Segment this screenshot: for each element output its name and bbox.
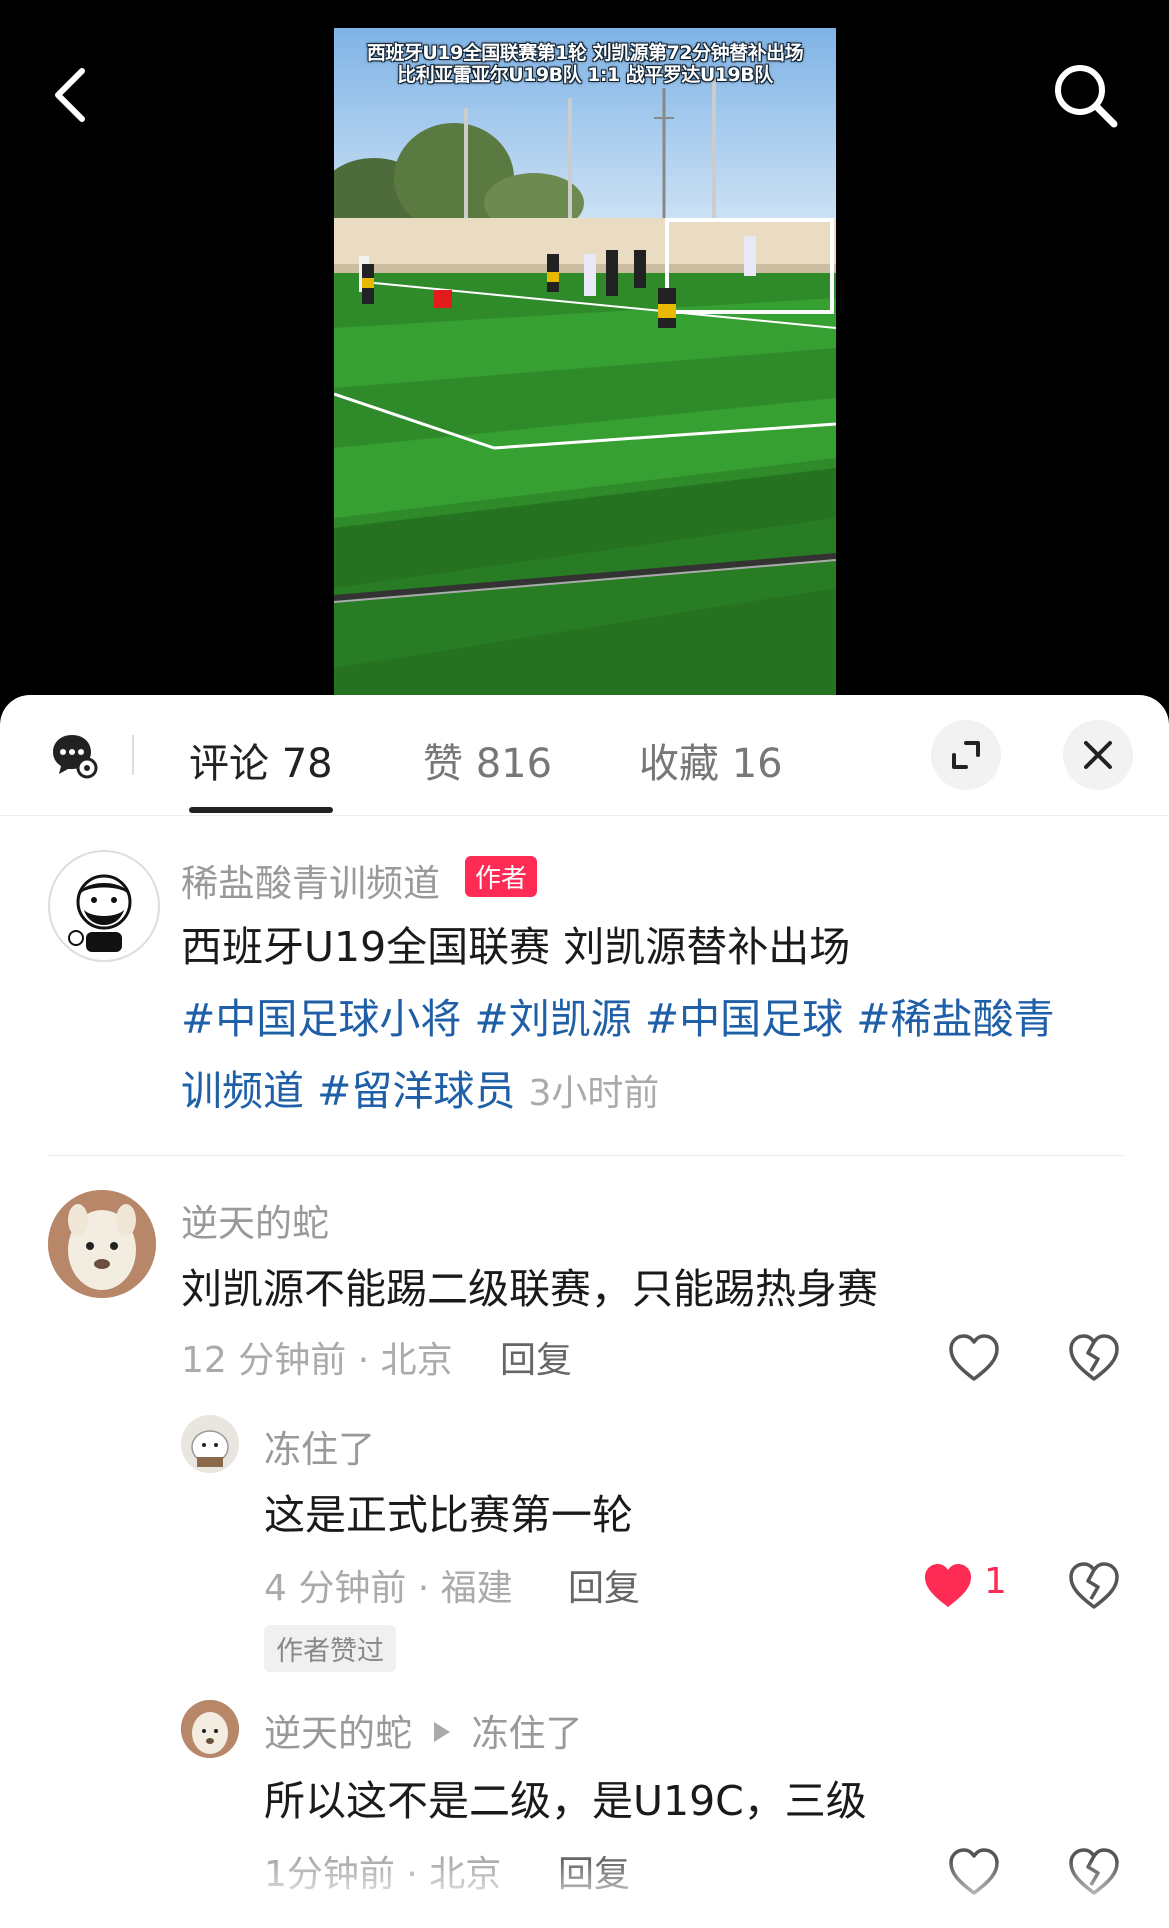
- expand-button[interactable]: [931, 720, 1001, 790]
- commenter-name[interactable]: 逆天的蛇: [181, 1193, 329, 1247]
- search-icon: [1055, 65, 1118, 128]
- like-button[interactable]: [946, 1331, 1002, 1387]
- comment-sheet: 评论 78 赞 816 收藏 16 稀盐酸青训频道 作者 西班牙U19全国联赛 …: [0, 695, 1169, 1928]
- comment-text: 这是正式比赛第一轮: [264, 1491, 633, 1539]
- broken-heart-icon: [1069, 1562, 1119, 1609]
- comment-text: 刘凯源不能踢二级联赛，只能踢热身赛: [181, 1265, 878, 1313]
- comment-bubble-icon: [50, 731, 98, 783]
- hashtag-link[interactable]: #留洋球员: [317, 1067, 515, 1115]
- tab-comments-label: 评论: [189, 741, 269, 787]
- hashtag-link[interactable]: #刘凯源: [474, 995, 631, 1043]
- post-time: 3小时前: [528, 1073, 660, 1114]
- divider: [48, 1155, 1123, 1156]
- post-tags-line1: #中国足球小将 #刘凯源 #中国足球 #稀盐酸青: [181, 985, 1055, 1045]
- expand-icon: [952, 741, 980, 769]
- post-tags-line2: 训频道 #留洋球员 3小时前: [181, 1057, 659, 1117]
- close-icon: [1084, 741, 1112, 769]
- author-liked-badge: 作者赞过: [264, 1625, 396, 1672]
- tab-comments-count: 78: [281, 741, 333, 787]
- bottom-fade: [0, 1860, 1169, 1928]
- tab-bar: 评论 78 赞 816 收藏 16: [0, 695, 1169, 816]
- commenter-avatar[interactable]: [181, 1415, 239, 1473]
- close-button[interactable]: [1063, 720, 1133, 790]
- commenter-name[interactable]: 逆天的蛇: [264, 1712, 412, 1755]
- video-player[interactable]: 西班牙U19全国联赛第1轮 刘凯源第72分钟替补出场 比利亚雷亚尔U19B队 1…: [334, 28, 836, 700]
- commenter-avatar[interactable]: [181, 1700, 239, 1758]
- tab-likes[interactable]: 赞 816: [423, 731, 552, 789]
- comment-text: 所以这不是二级，是U19C，三级: [264, 1777, 867, 1825]
- broken-heart-icon: [1069, 1334, 1119, 1381]
- chevron-left-icon: [55, 68, 85, 122]
- post-title: 西班牙U19全国联赛 刘凯源替补出场: [181, 923, 851, 971]
- commenter-avatar[interactable]: [48, 1190, 156, 1298]
- hashtag-link[interactable]: 训频道: [181, 1067, 304, 1115]
- video-area: 西班牙U19全国联赛第1轮 刘凯源第72分钟替补出场 比利亚雷亚尔U19B队 1…: [0, 0, 1169, 700]
- tab-comments[interactable]: 评论 78: [189, 731, 333, 789]
- tab-likes-label: 赞: [423, 741, 463, 787]
- video-caption-line2: 比利亚雷亚尔U19B队 1:1 战平罗达U19B队: [397, 64, 773, 86]
- like-button[interactable]: [920, 1559, 976, 1615]
- commenter-name[interactable]: 冻住了: [264, 1419, 375, 1473]
- reply-button[interactable]: 回复: [568, 1559, 640, 1611]
- football-pitch-video-frame: [334, 28, 836, 700]
- comment-meta: 12 分钟前 · 北京: [181, 1340, 453, 1381]
- search-button[interactable]: [1040, 50, 1130, 140]
- active-tab-indicator: [189, 807, 333, 813]
- dislike-button[interactable]: [1066, 1331, 1122, 1387]
- tab-favorites-count: 16: [731, 741, 783, 787]
- hashtag-link[interactable]: #稀盐酸青: [856, 995, 1054, 1043]
- reply-arrow-icon: [433, 1722, 450, 1742]
- author-badge: 作者: [465, 856, 538, 897]
- hashtag-link[interactable]: #中国足球小将: [181, 995, 461, 1043]
- author-avatar[interactable]: [48, 850, 160, 962]
- tab-favorites-label: 收藏: [639, 741, 719, 787]
- video-caption-line1: 西班牙U19全国联赛第1轮 刘凯源第72分钟替补出场: [366, 42, 804, 64]
- tab-divider: [132, 735, 134, 775]
- reply-button[interactable]: 回复: [500, 1331, 572, 1383]
- hashtag-link[interactable]: #中国足球: [645, 995, 843, 1043]
- dislike-button[interactable]: [1066, 1559, 1122, 1615]
- comment-meta: 4 分钟前 · 福建: [264, 1568, 513, 1609]
- reply-to-name[interactable]: 冻住了: [472, 1712, 583, 1755]
- like-count: 1: [984, 1561, 1007, 1602]
- reply-header: 逆天的蛇 冻住了: [264, 1703, 583, 1757]
- tab-favorites[interactable]: 收藏 16: [639, 731, 783, 789]
- heart-outline-icon: [949, 1334, 999, 1381]
- post-author-name[interactable]: 稀盐酸青训频道: [181, 853, 440, 907]
- back-button[interactable]: [25, 50, 115, 140]
- tab-likes-count: 816: [475, 741, 553, 787]
- heart-filled-icon: [925, 1564, 971, 1607]
